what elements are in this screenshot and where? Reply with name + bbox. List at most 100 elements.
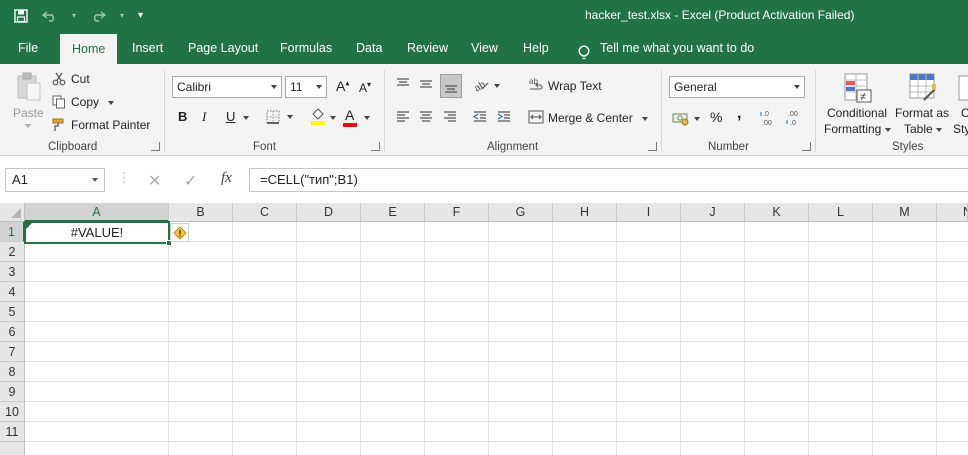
orientation-icon: ab bbox=[472, 79, 489, 94]
column-header-a[interactable]: A bbox=[25, 203, 169, 222]
row-header-2[interactable]: 2 bbox=[0, 242, 25, 262]
tab-data[interactable]: Data bbox=[356, 32, 382, 64]
accounting-format-button[interactable] bbox=[672, 108, 702, 128]
bold-button[interactable]: B bbox=[178, 109, 187, 124]
row-header-12[interactable] bbox=[0, 442, 25, 455]
conditional-formatting-button[interactable]: ≠ Conditional Formatting bbox=[822, 70, 892, 138]
error-indicator-icon bbox=[26, 223, 32, 229]
row-header-11[interactable]: 11 bbox=[0, 422, 25, 442]
row-header-3[interactable]: 3 bbox=[0, 262, 25, 282]
tab-formulas[interactable]: Formulas bbox=[280, 32, 332, 64]
column-header-i[interactable]: I bbox=[617, 203, 681, 222]
number-format-select[interactable]: General bbox=[669, 76, 805, 98]
cancel-entry-icon[interactable]: ✕ bbox=[148, 171, 161, 191]
tab-insert[interactable]: Insert bbox=[132, 32, 163, 64]
font-name-select[interactable]: Calibri bbox=[172, 76, 282, 98]
middle-align-button[interactable] bbox=[418, 76, 436, 94]
copy-button[interactable]: Copy bbox=[50, 93, 118, 111]
name-box[interactable]: A1 bbox=[5, 168, 105, 192]
alignment-dialog-launcher-icon[interactable] bbox=[648, 142, 657, 151]
row-header-7[interactable]: 7 bbox=[0, 342, 25, 362]
customize-qat-icon[interactable]: ▾ bbox=[138, 11, 143, 21]
increase-decimal-button[interactable]: .0.00 bbox=[760, 109, 780, 127]
column-header-l[interactable]: L bbox=[809, 203, 873, 222]
undo-icon[interactable] bbox=[42, 10, 58, 22]
select-all-button[interactable] bbox=[0, 203, 25, 222]
paste-button[interactable]: Paste bbox=[10, 70, 46, 130]
tab-help[interactable]: Help bbox=[523, 32, 549, 64]
decrease-indent-button[interactable] bbox=[472, 109, 490, 127]
tab-file[interactable]: File bbox=[18, 32, 38, 64]
save-icon[interactable] bbox=[14, 9, 28, 23]
align-right-button[interactable] bbox=[442, 109, 460, 127]
wrap-text-button[interactable]: ab Wrap Text bbox=[528, 76, 628, 96]
format-as-table-button[interactable]: Format as Table bbox=[894, 70, 952, 138]
tab-page-layout[interactable]: Page Layout bbox=[188, 32, 258, 64]
borders-button[interactable] bbox=[264, 109, 296, 125]
align-bottom-icon bbox=[445, 85, 457, 93]
row-header-5[interactable]: 5 bbox=[0, 302, 25, 322]
fill-color-button[interactable] bbox=[308, 108, 338, 126]
orientation-button[interactable]: ab bbox=[472, 76, 502, 94]
group-separator bbox=[164, 70, 165, 152]
tab-review[interactable]: Review bbox=[407, 32, 448, 64]
quick-access-toolbar: ▾ ▾ ▾ bbox=[14, 6, 143, 26]
percent-style-button[interactable]: % bbox=[710, 109, 722, 125]
column-header-j[interactable]: J bbox=[681, 203, 745, 222]
redo-dropdown-icon[interactable]: ▾ bbox=[120, 12, 124, 20]
font-size-select[interactable]: 11 bbox=[285, 76, 327, 98]
comma-style-button[interactable]: , bbox=[737, 105, 741, 123]
column-header-c[interactable]: C bbox=[233, 203, 297, 222]
column-header-k[interactable]: K bbox=[745, 203, 809, 222]
worksheet-grid[interactable]: A B C D E F G H I J K L M N 1 2 3 4 5 6 … bbox=[0, 203, 968, 455]
tab-home[interactable]: Home bbox=[60, 34, 118, 64]
row-header-1[interactable]: 1 bbox=[0, 222, 25, 242]
shrink-font-button[interactable]: A▾ bbox=[359, 80, 371, 95]
row-header-8[interactable]: 8 bbox=[0, 362, 25, 382]
paintbrush-icon bbox=[52, 118, 64, 131]
warning-icon bbox=[173, 226, 187, 240]
cut-button[interactable]: Cut bbox=[50, 70, 94, 88]
cell-styles-button[interactable]: C Sty bbox=[953, 70, 968, 138]
undo-dropdown-icon[interactable]: ▾ bbox=[72, 12, 76, 20]
decrease-decimal-button[interactable]: .00.0 bbox=[786, 109, 806, 127]
bottom-align-button[interactable] bbox=[440, 74, 462, 98]
formula-input[interactable]: =CELL("тип";B1) bbox=[249, 168, 968, 192]
number-dialog-launcher-icon[interactable] bbox=[802, 142, 811, 151]
row-header-10[interactable]: 10 bbox=[0, 402, 25, 422]
column-header-e[interactable]: E bbox=[361, 203, 425, 222]
column-header-b[interactable]: B bbox=[169, 203, 233, 222]
column-header-h[interactable]: H bbox=[553, 203, 617, 222]
top-align-button[interactable] bbox=[395, 76, 413, 94]
row-header-4[interactable]: 4 bbox=[0, 282, 25, 302]
tab-view[interactable]: View bbox=[471, 32, 498, 64]
column-header-n[interactable]: N bbox=[937, 203, 968, 222]
insert-function-button[interactable]: fx bbox=[221, 170, 232, 187]
decrease-decimal-icon: .00.0 bbox=[786, 111, 798, 127]
merge-center-button[interactable]: Merge & Center bbox=[528, 108, 652, 128]
redo-icon[interactable] bbox=[90, 10, 107, 22]
error-check-button[interactable] bbox=[170, 223, 189, 242]
format-painter-button[interactable]: Format Painter bbox=[50, 116, 154, 134]
confirm-entry-icon[interactable]: ✓ bbox=[184, 171, 197, 191]
tell-me-box[interactable]: Tell me what you want to do bbox=[578, 32, 754, 64]
column-header-g[interactable]: G bbox=[489, 203, 553, 222]
column-header-f[interactable]: F bbox=[425, 203, 489, 222]
row-header-6[interactable]: 6 bbox=[0, 322, 25, 342]
grow-font-button[interactable]: A▴ bbox=[336, 78, 349, 94]
align-left-button[interactable] bbox=[395, 109, 413, 127]
font-dialog-launcher-icon[interactable] bbox=[371, 142, 380, 151]
underline-button[interactable]: U bbox=[226, 109, 235, 124]
align-center-icon bbox=[420, 111, 432, 122]
wrap-text-icon: ab bbox=[529, 77, 543, 90]
column-header-m[interactable]: M bbox=[873, 203, 937, 222]
underline-dropdown-icon[interactable] bbox=[243, 116, 249, 120]
clipboard-dialog-launcher-icon[interactable] bbox=[151, 142, 160, 151]
font-color-button[interactable]: A bbox=[342, 107, 372, 127]
row-header-9[interactable]: 9 bbox=[0, 382, 25, 402]
italic-button[interactable]: I bbox=[202, 109, 206, 125]
align-center-button[interactable] bbox=[418, 109, 436, 127]
active-cell-a1[interactable]: #VALUE! bbox=[24, 221, 172, 246]
increase-indent-button[interactable] bbox=[496, 109, 514, 127]
column-header-d[interactable]: D bbox=[297, 203, 361, 222]
